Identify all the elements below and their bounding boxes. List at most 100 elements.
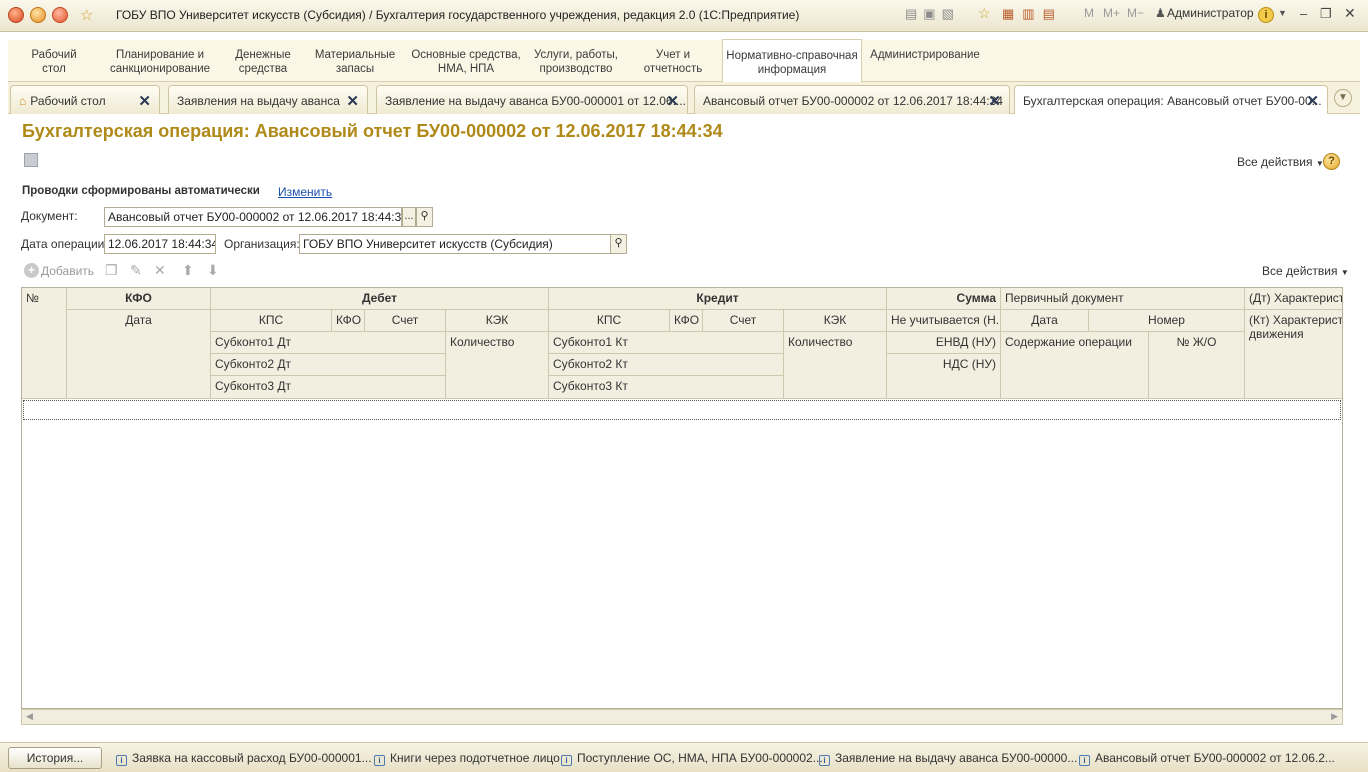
col-subconto2-kt[interactable]: Субконто2 Кт <box>549 354 784 376</box>
col-jo-number[interactable]: № Ж/О <box>1149 332 1245 399</box>
col-summa[interactable]: Сумма <box>887 288 1001 310</box>
col-debet-kfo[interactable]: КФО <box>332 310 365 332</box>
memory-m-minus[interactable]: M− <box>1127 6 1144 20</box>
date-field[interactable]: 12.06.2017 18:44:34 <box>104 234 216 254</box>
col-envd[interactable]: ЕНВД (НУ) <box>887 332 1001 354</box>
col-quantity-kt[interactable]: Количество <box>784 332 887 399</box>
taskbar-item[interactable]: i Книги через подотчетное лицо <box>374 751 560 766</box>
section-materials[interactable]: Материальные запасы <box>314 48 396 76</box>
section-accounting[interactable]: Учет и отчетность <box>638 48 708 76</box>
move-down-icon[interactable]: ⬇ <box>207 262 219 279</box>
document-field[interactable]: Авансовый отчет БУ00-000002 от 12.06.201… <box>104 207 402 227</box>
col-debet[interactable]: Дебет <box>211 288 549 310</box>
horizontal-scrollbar[interactable]: ◀ ▶ <box>21 709 1343 725</box>
app-menu-icon[interactable] <box>8 7 24 23</box>
section-fixed-assets[interactable]: Основные средства, НМА, НПА <box>410 48 522 76</box>
help-icon[interactable]: ? <box>1323 153 1340 170</box>
taskbar-item[interactable]: i Поступление ОС, НМА, НПА БУ00-000002... <box>561 751 823 766</box>
col-subconto1-dt[interactable]: Субконто1 Дт <box>211 332 446 354</box>
col-primary-date[interactable]: Дата <box>1001 310 1089 332</box>
close-tab-icon[interactable]: ✕ <box>666 92 679 110</box>
page-title: Бухгалтерская операция: Авансовый отчет … <box>22 121 723 141</box>
taskbar-item-label: Поступление ОС, НМА, НПА БУ00-000002... <box>577 751 823 765</box>
taskbar-item[interactable]: i Авансовый отчет БУ00-000002 от 12.06.2.… <box>1079 751 1335 766</box>
tool-icons[interactable]: ▤▣▧ <box>905 6 960 22</box>
restore-icon[interactable]: ❐ <box>1320 6 1332 22</box>
move-up-icon[interactable]: ⬆ <box>182 262 194 279</box>
col-kt-characteristic[interactable]: (Кт) Характеристи движения <box>1245 310 1342 399</box>
memory-m-plus[interactable]: M+ <box>1103 6 1120 20</box>
col-kredit-account[interactable]: Счет <box>703 310 784 332</box>
forward-icon[interactable] <box>52 7 68 23</box>
scroll-left-icon[interactable]: ◀ <box>26 711 33 722</box>
section-services[interactable]: Услуги, работы, производство <box>532 48 620 76</box>
memory-m[interactable]: M <box>1084 6 1094 20</box>
all-actions-menu[interactable]: Все действия ▼ <box>1237 155 1324 169</box>
save-icon[interactable] <box>24 153 38 167</box>
history-button[interactable]: История... <box>8 747 102 769</box>
col-operation-content[interactable]: Содержание операции <box>1001 332 1149 399</box>
change-link[interactable]: Изменить <box>278 185 332 199</box>
col-debet-kek[interactable]: КЭК <box>446 310 549 332</box>
close-tab-icon[interactable]: ✕ <box>346 92 359 110</box>
tab-advance-report[interactable]: Авансовый отчет БУ00-000002 от 12.06.201… <box>694 85 1010 114</box>
calc-icons[interactable]: ▦▥▤ <box>1002 6 1063 22</box>
col-not-counted[interactable]: Не учитывается (Н... <box>887 310 1001 332</box>
tab-desktop[interactable]: ⌂ Рабочий стол ✕ <box>10 85 160 114</box>
col-kredit[interactable]: Кредит <box>549 288 887 310</box>
section-desktop[interactable]: Рабочий стол <box>22 48 86 76</box>
col-kredit-kfo[interactable]: КФО <box>670 310 703 332</box>
close-tab-icon[interactable]: ✕ <box>988 92 1001 110</box>
info-icon[interactable]: i <box>1258 7 1274 23</box>
col-primary-number[interactable]: Номер <box>1089 310 1245 332</box>
taskbar-item[interactable]: i Заявка на кассовый расход БУ00-000001..… <box>116 751 372 766</box>
document-select-button[interactable]: ... <box>402 207 416 227</box>
user-name[interactable]: Администратор <box>1167 6 1254 20</box>
close-tab-icon[interactable]: ✕ <box>1306 92 1319 110</box>
scroll-right-icon[interactable]: ▶ <box>1331 711 1338 722</box>
col-quantity-dt[interactable]: Количество <box>446 332 549 399</box>
col-kredit-kps[interactable]: КПС <box>549 310 670 332</box>
organization-field[interactable]: ГОБУ ВПО Университет искусств (Субсидия) <box>299 234 611 254</box>
minimize-icon[interactable]: – <box>1300 6 1307 21</box>
favorites-star-icon[interactable]: ☆ <box>80 6 93 24</box>
back-icon[interactable] <box>30 7 46 23</box>
col-debet-account[interactable]: Счет <box>365 310 446 332</box>
add-button[interactable]: Добавить <box>41 264 94 278</box>
document-search-icon[interactable]: ⚲ <box>416 207 433 227</box>
col-subconto3-dt[interactable]: Субконто3 Дт <box>211 376 446 399</box>
section-money[interactable]: Денежные средства <box>230 48 296 76</box>
col-kredit-kek[interactable]: КЭК <box>784 310 887 332</box>
col-subconto1-kt[interactable]: Субконто1 Кт <box>549 332 784 354</box>
tab-advance-requests[interactable]: Заявления на выдачу аванса ✕ <box>168 85 368 114</box>
col-dt-characteristic[interactable]: (Дт) Характеристи <box>1245 288 1342 310</box>
close-window-icon[interactable]: ✕ <box>1344 5 1356 22</box>
postings-table[interactable]: № КФО Дебет Кредит Сумма Первичный докум… <box>21 287 1343 709</box>
edit-icon[interactable]: ✎ <box>130 262 142 279</box>
bookmark-icon[interactable]: ☆ <box>978 5 991 22</box>
col-nds[interactable]: НДС (НУ) <box>887 354 1001 399</box>
close-tab-icon[interactable]: ✕ <box>138 92 151 110</box>
taskbar-item[interactable]: i Заявление на выдачу аванса БУ00-00000..… <box>819 751 1077 766</box>
delete-icon[interactable]: ✕ <box>154 262 166 279</box>
tabs-menu-chevron-icon[interactable]: ▼ <box>1334 89 1352 107</box>
section-reference-info[interactable]: Нормативно-справочная информация <box>722 39 862 82</box>
col-number[interactable]: № <box>22 288 67 399</box>
document-icon: i <box>1079 755 1090 766</box>
section-administration[interactable]: Администрирование <box>870 48 980 62</box>
copy-icon[interactable]: ❐ <box>105 262 118 279</box>
organization-search-icon[interactable]: ⚲ <box>610 234 627 254</box>
col-subconto3-kt[interactable]: Субконто3 Кт <box>549 376 784 399</box>
movement-label: движения <box>1249 327 1304 341</box>
info-dropdown-icon[interactable]: ▼ <box>1278 8 1287 18</box>
col-debet-kps[interactable]: КПС <box>211 310 332 332</box>
tab-advance-request-doc[interactable]: Заявление на выдачу аванса БУ00-000001 о… <box>376 85 688 114</box>
col-primary-doc[interactable]: Первичный документ <box>1001 288 1245 310</box>
grid-all-actions-menu[interactable]: Все действия ▼ <box>1262 264 1349 278</box>
section-planning[interactable]: Планирование и санкционирование <box>108 48 212 76</box>
col-date[interactable]: Дата <box>67 310 211 399</box>
table-row-empty[interactable] <box>23 400 1341 420</box>
tab-accounting-operation[interactable]: Бухгалтерская операция: Авансовый отчет … <box>1014 85 1328 115</box>
col-kfo[interactable]: КФО <box>67 288 211 310</box>
col-subconto2-dt[interactable]: Субконто2 Дт <box>211 354 446 376</box>
